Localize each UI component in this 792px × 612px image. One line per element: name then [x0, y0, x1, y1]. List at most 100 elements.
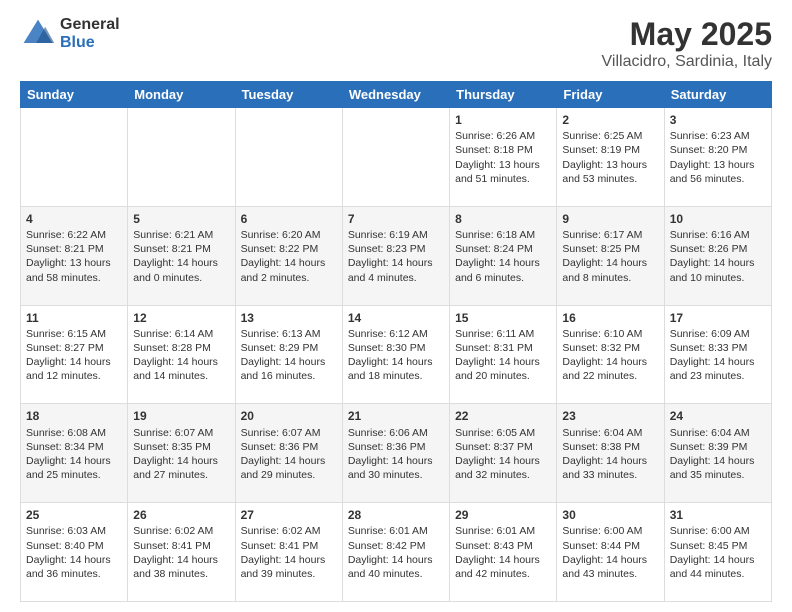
- day-info-line: Sunset: 8:29 PM: [241, 341, 337, 355]
- day-number: 26: [133, 507, 229, 523]
- day-info-line: Sunrise: 6:02 AM: [133, 524, 229, 538]
- day-header-tuesday: Tuesday: [235, 82, 342, 108]
- day-cell-30: 30Sunrise: 6:00 AMSunset: 8:44 PMDayligh…: [557, 503, 664, 602]
- day-info-line: Sunset: 8:30 PM: [348, 341, 444, 355]
- day-info-line: Sunset: 8:39 PM: [670, 440, 766, 454]
- day-info-line: and 29 minutes.: [241, 468, 337, 482]
- day-info-line: Daylight: 14 hours: [348, 256, 444, 270]
- day-info-line: Daylight: 14 hours: [133, 553, 229, 567]
- week-row-5: 25Sunrise: 6:03 AMSunset: 8:40 PMDayligh…: [21, 503, 772, 602]
- day-info-line: Sunset: 8:24 PM: [455, 242, 551, 256]
- day-info-line: Daylight: 14 hours: [455, 355, 551, 369]
- day-number: 15: [455, 310, 551, 326]
- day-info-line: Daylight: 14 hours: [26, 454, 122, 468]
- calendar-header-row: SundayMondayTuesdayWednesdayThursdayFrid…: [21, 82, 772, 108]
- day-cell-20: 20Sunrise: 6:07 AMSunset: 8:36 PMDayligh…: [235, 404, 342, 503]
- day-header-thursday: Thursday: [450, 82, 557, 108]
- day-info-line: Sunset: 8:20 PM: [670, 143, 766, 157]
- day-info-line: Daylight: 14 hours: [241, 454, 337, 468]
- empty-cell: [235, 108, 342, 207]
- day-info-line: and 38 minutes.: [133, 567, 229, 581]
- day-info-line: and 14 minutes.: [133, 369, 229, 383]
- day-info-line: and 2 minutes.: [241, 271, 337, 285]
- location-title: Villacidro, Sardinia, Italy: [602, 53, 772, 71]
- day-info-line: Daylight: 13 hours: [455, 158, 551, 172]
- day-number: 14: [348, 310, 444, 326]
- day-info-line: Sunset: 8:38 PM: [562, 440, 658, 454]
- day-header-wednesday: Wednesday: [342, 82, 449, 108]
- day-cell-4: 4Sunrise: 6:22 AMSunset: 8:21 PMDaylight…: [21, 206, 128, 305]
- day-info-line: Sunset: 8:45 PM: [670, 539, 766, 553]
- day-info-line: Sunset: 8:31 PM: [455, 341, 551, 355]
- day-info-line: and 12 minutes.: [26, 369, 122, 383]
- day-info-line: Sunset: 8:22 PM: [241, 242, 337, 256]
- day-info-line: and 8 minutes.: [562, 271, 658, 285]
- day-info-line: Daylight: 14 hours: [348, 553, 444, 567]
- day-info-line: Sunrise: 6:09 AM: [670, 327, 766, 341]
- day-info-line: Sunrise: 6:23 AM: [670, 129, 766, 143]
- day-info-line: Sunrise: 6:25 AM: [562, 129, 658, 143]
- week-row-3: 11Sunrise: 6:15 AMSunset: 8:27 PMDayligh…: [21, 305, 772, 404]
- empty-cell: [21, 108, 128, 207]
- title-block: May 2025 Villacidro, Sardinia, Italy: [602, 16, 772, 71]
- day-info-line: and 16 minutes.: [241, 369, 337, 383]
- day-cell-16: 16Sunrise: 6:10 AMSunset: 8:32 PMDayligh…: [557, 305, 664, 404]
- day-info-line: and 30 minutes.: [348, 468, 444, 482]
- day-number: 24: [670, 408, 766, 424]
- logo-text: General Blue: [60, 16, 120, 51]
- day-info-line: Daylight: 14 hours: [562, 355, 658, 369]
- day-number: 17: [670, 310, 766, 326]
- day-info-line: Daylight: 14 hours: [455, 553, 551, 567]
- day-number: 8: [455, 211, 551, 227]
- day-header-monday: Monday: [128, 82, 235, 108]
- day-info-line: Sunrise: 6:01 AM: [455, 524, 551, 538]
- day-info-line: and 4 minutes.: [348, 271, 444, 285]
- day-info-line: and 44 minutes.: [670, 567, 766, 581]
- day-info-line: Sunrise: 6:10 AM: [562, 327, 658, 341]
- day-header-friday: Friday: [557, 82, 664, 108]
- day-info-line: Sunrise: 6:13 AM: [241, 327, 337, 341]
- day-number: 21: [348, 408, 444, 424]
- day-info-line: Daylight: 14 hours: [562, 256, 658, 270]
- day-info-line: Sunrise: 6:26 AM: [455, 129, 551, 143]
- day-number: 4: [26, 211, 122, 227]
- day-info-line: Sunset: 8:18 PM: [455, 143, 551, 157]
- day-info-line: Daylight: 14 hours: [241, 355, 337, 369]
- day-info-line: Sunset: 8:19 PM: [562, 143, 658, 157]
- day-cell-5: 5Sunrise: 6:21 AMSunset: 8:21 PMDaylight…: [128, 206, 235, 305]
- day-info-line: Sunrise: 6:11 AM: [455, 327, 551, 341]
- day-cell-3: 3Sunrise: 6:23 AMSunset: 8:20 PMDaylight…: [664, 108, 771, 207]
- day-number: 6: [241, 211, 337, 227]
- day-info-line: Sunrise: 6:00 AM: [670, 524, 766, 538]
- day-info-line: Daylight: 14 hours: [455, 454, 551, 468]
- day-info-line: Sunrise: 6:03 AM: [26, 524, 122, 538]
- day-info-line: Sunrise: 6:04 AM: [562, 426, 658, 440]
- day-number: 18: [26, 408, 122, 424]
- day-info-line: Daylight: 14 hours: [26, 355, 122, 369]
- day-info-line: and 27 minutes.: [133, 468, 229, 482]
- day-info-line: Sunrise: 6:19 AM: [348, 228, 444, 242]
- day-info-line: Sunset: 8:36 PM: [241, 440, 337, 454]
- day-info-line: Sunset: 8:27 PM: [26, 341, 122, 355]
- day-info-line: Sunrise: 6:01 AM: [348, 524, 444, 538]
- day-info-line: and 18 minutes.: [348, 369, 444, 383]
- day-number: 5: [133, 211, 229, 227]
- day-cell-21: 21Sunrise: 6:06 AMSunset: 8:36 PMDayligh…: [342, 404, 449, 503]
- day-cell-29: 29Sunrise: 6:01 AMSunset: 8:43 PMDayligh…: [450, 503, 557, 602]
- day-cell-1: 1Sunrise: 6:26 AMSunset: 8:18 PMDaylight…: [450, 108, 557, 207]
- day-info-line: Sunset: 8:36 PM: [348, 440, 444, 454]
- day-cell-7: 7Sunrise: 6:19 AMSunset: 8:23 PMDaylight…: [342, 206, 449, 305]
- day-info-line: Daylight: 14 hours: [348, 454, 444, 468]
- day-info-line: Sunrise: 6:17 AM: [562, 228, 658, 242]
- day-number: 16: [562, 310, 658, 326]
- day-info-line: Sunrise: 6:18 AM: [455, 228, 551, 242]
- day-info-line: Daylight: 14 hours: [348, 355, 444, 369]
- day-info-line: and 40 minutes.: [348, 567, 444, 581]
- logo-icon: [20, 16, 56, 52]
- month-title: May 2025: [602, 16, 772, 53]
- day-info-line: and 42 minutes.: [455, 567, 551, 581]
- day-info-line: and 10 minutes.: [670, 271, 766, 285]
- empty-cell: [128, 108, 235, 207]
- logo: General Blue: [20, 16, 120, 52]
- day-info-line: Daylight: 14 hours: [133, 454, 229, 468]
